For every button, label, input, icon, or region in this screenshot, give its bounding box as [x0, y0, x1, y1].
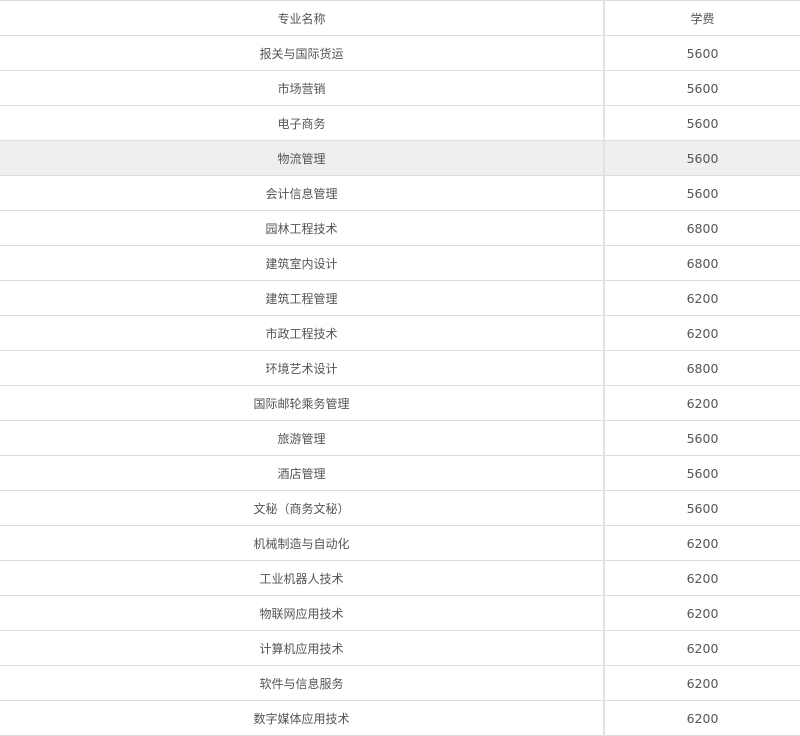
table-row: 软件与信息服务 6200 — [0, 665, 800, 701]
tuition-cell: 5600 — [604, 70, 800, 106]
tuition-cell: 6200 — [604, 560, 800, 596]
header-row: 专业名称 学费 — [0, 0, 800, 36]
table-row: 工业机器人技术 6200 — [0, 560, 800, 596]
table-row: 物联网应用技术 6200 — [0, 595, 800, 631]
tuition-cell: 5600 — [604, 490, 800, 526]
major-name-cell: 电子商务 — [0, 105, 605, 141]
major-name-cell: 酒店管理 — [0, 455, 605, 491]
major-name-cell: 报关与国际货运 — [0, 35, 605, 71]
tuition-cell: 5600 — [604, 175, 800, 211]
tuition-cell: 6800 — [604, 210, 800, 246]
table-body: 报关与国际货运 5600 市场营销 5600 电子商务 5600 物流管理 5600 会计信息管… — [0, 35, 800, 736]
tuition-cell: 6200 — [604, 280, 800, 316]
major-name-cell: 建筑室内设计 — [0, 245, 605, 281]
major-name-cell: 国际邮轮乘务管理 — [0, 385, 605, 421]
major-name-cell: 会计信息管理 — [0, 175, 605, 211]
major-name-cell: 文秘（商务文秘） — [0, 490, 605, 526]
table-row: 国际邮轮乘务管理 6200 — [0, 385, 800, 421]
tuition-cell: 6200 — [604, 630, 800, 666]
major-name-cell: 机械制造与自动化 — [0, 525, 605, 561]
table-row: 建筑工程管理 6200 — [0, 280, 800, 316]
tuition-cell: 6200 — [604, 315, 800, 351]
tuition-cell: 5600 — [604, 35, 800, 71]
header-major-name: 专业名称 — [0, 0, 605, 36]
major-name-cell: 旅游管理 — [0, 420, 605, 456]
table-row: 报关与国际货运 5600 — [0, 35, 800, 71]
table-row: 会计信息管理 5600 — [0, 175, 800, 211]
tuition-cell: 5600 — [604, 420, 800, 456]
tuition-cell: 5600 — [604, 140, 800, 176]
table-row: 环境艺术设计 6800 — [0, 350, 800, 386]
major-name-cell: 环境艺术设计 — [0, 350, 605, 386]
tuition-cell: 6200 — [604, 525, 800, 561]
table-row: 旅游管理 5600 — [0, 420, 800, 456]
table-row: 数字媒体应用技术 6200 — [0, 700, 800, 736]
header-tuition: 学费 — [604, 0, 800, 36]
major-name-cell: 数字媒体应用技术 — [0, 700, 605, 736]
major-name-cell: 工业机器人技术 — [0, 560, 605, 596]
major-name-cell: 市政工程技术 — [0, 315, 605, 351]
table-row: 建筑室内设计 6800 — [0, 245, 800, 281]
table-row: 计算机应用技术 6200 — [0, 630, 800, 666]
table-row: 酒店管理 5600 — [0, 455, 800, 491]
table-row: 园林工程技术 6800 — [0, 210, 800, 246]
table-row: 电子商务 5600 — [0, 105, 800, 141]
tuition-cell: 6200 — [604, 700, 800, 736]
table-row: 物流管理 5600 — [0, 140, 800, 176]
table-row: 市场营销 5600 — [0, 70, 800, 106]
major-name-cell: 物流管理 — [0, 140, 605, 176]
tuition-cell: 6200 — [604, 385, 800, 421]
major-name-cell: 建筑工程管理 — [0, 280, 605, 316]
table-header: 专业名称 学费 — [0, 0, 800, 36]
table-row: 文秘（商务文秘） 5600 — [0, 490, 800, 526]
tuition-cell: 5600 — [604, 455, 800, 491]
major-name-cell: 软件与信息服务 — [0, 665, 605, 701]
table-row: 市政工程技术 6200 — [0, 315, 800, 351]
tuition-table: 专业名称 学费 报关与国际货运 5600 市场营销 5600 电子商务 5600 物流管理 5… — [0, 0, 800, 736]
tuition-cell: 6200 — [604, 665, 800, 701]
major-name-cell: 物联网应用技术 — [0, 595, 605, 631]
major-name-cell: 市场营销 — [0, 70, 605, 106]
tuition-cell: 6800 — [604, 245, 800, 281]
major-name-cell: 园林工程技术 — [0, 210, 605, 246]
tuition-cell: 6200 — [604, 595, 800, 631]
major-name-cell: 计算机应用技术 — [0, 630, 605, 666]
tuition-cell: 5600 — [604, 105, 800, 141]
tuition-cell: 6800 — [604, 350, 800, 386]
table-row: 机械制造与自动化 6200 — [0, 525, 800, 561]
